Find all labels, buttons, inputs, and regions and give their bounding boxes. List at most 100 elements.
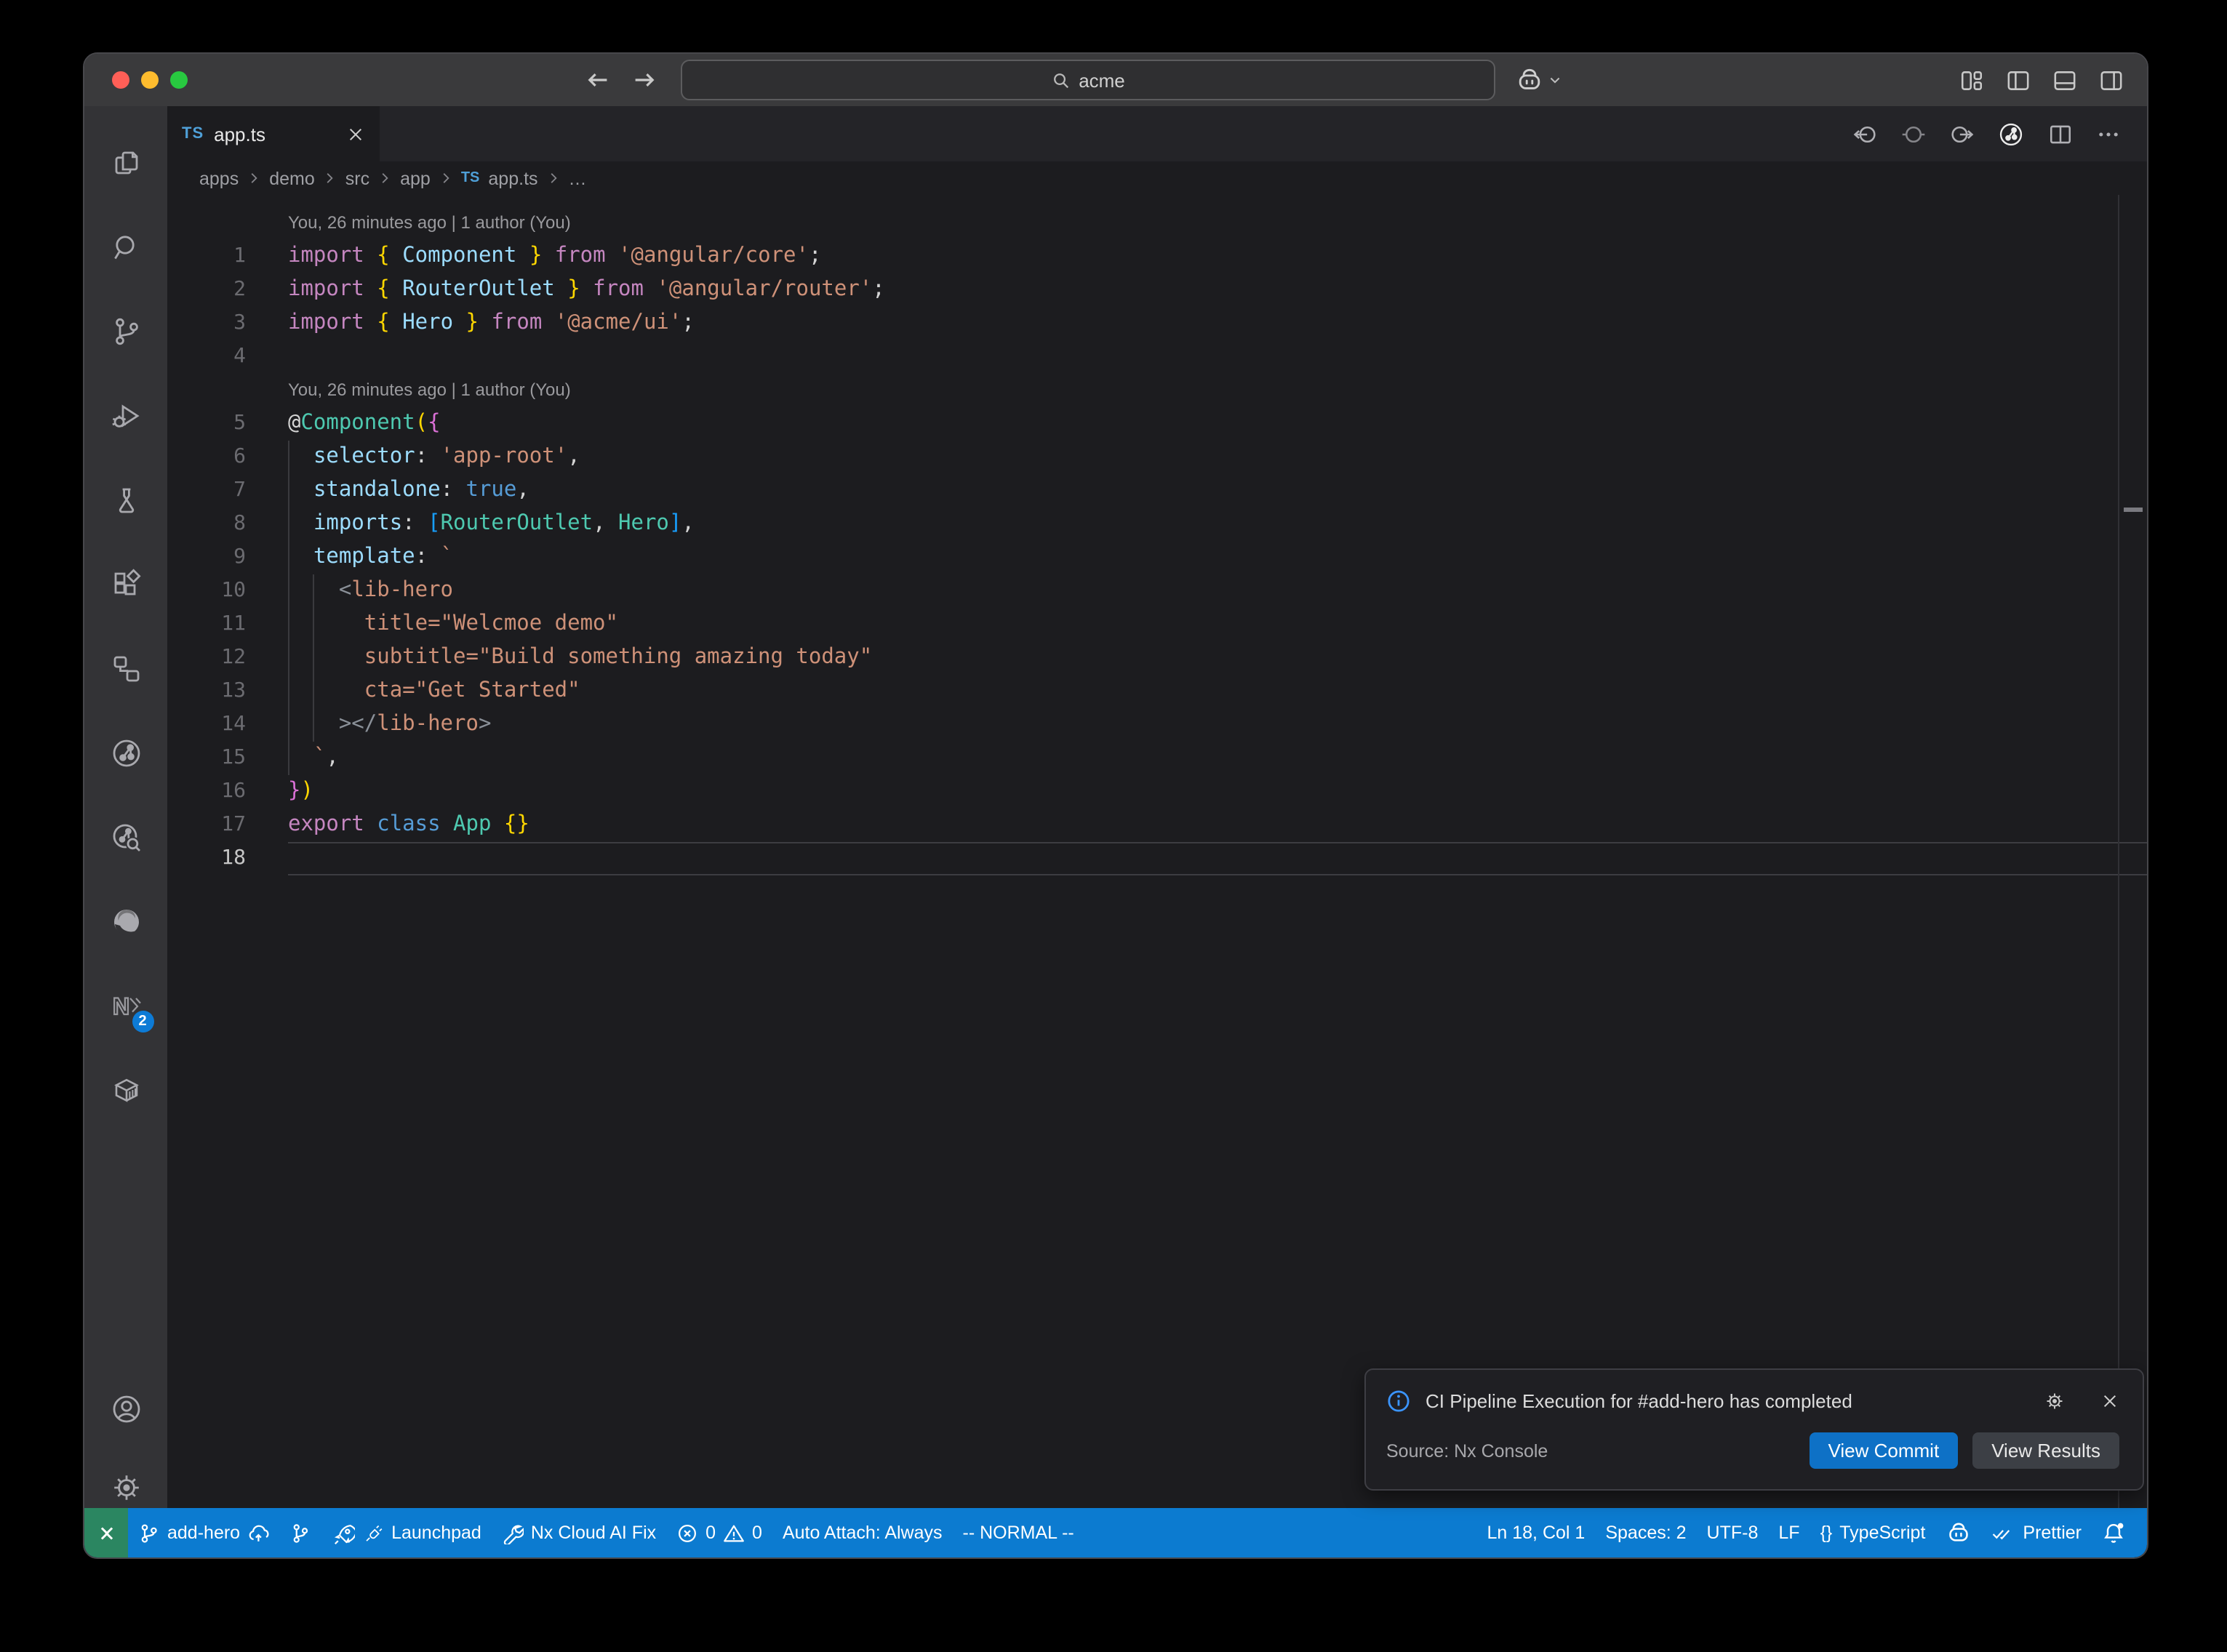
breadcrumb-item[interactable]: app.ts [488, 168, 537, 188]
zoom-window-button[interactable] [170, 71, 188, 89]
close-tab-icon[interactable] [346, 124, 365, 143]
breadcrumb-item[interactable]: demo [269, 168, 315, 188]
code-line-content[interactable]: cta="Get Started" [288, 675, 2147, 708]
code-line[interactable]: 17export class App {} [167, 809, 2147, 842]
line-number[interactable]: 6 [167, 441, 288, 474]
nx-project-graph-icon[interactable] [108, 736, 143, 771]
nx-project-details-icon[interactable] [108, 820, 143, 855]
code-line[interactable]: 9 template: ` [167, 541, 2147, 574]
line-number[interactable]: 8 [167, 508, 288, 541]
run-debug-icon[interactable] [108, 398, 143, 433]
line-number[interactable]: 15 [167, 742, 288, 775]
testing-icon[interactable] [108, 483, 143, 518]
line-number[interactable]: 5 [167, 407, 288, 441]
code-line[interactable]: 6 selector: 'app-root', [167, 441, 2147, 474]
prettier-status-item[interactable]: Prettier [1980, 1508, 2092, 1557]
code-line[interactable]: 7 standalone: true, [167, 474, 2147, 508]
code-line[interactable]: 11 title="Welcmoe demo" [167, 608, 2147, 641]
code-line[interactable]: 2import { RouterOutlet } from '@angular/… [167, 273, 2147, 307]
toggle-panel-icon[interactable] [2052, 68, 2077, 92]
customize-layout-icon[interactable] [1959, 68, 1984, 92]
nx-workspace-icon[interactable] [108, 651, 143, 686]
line-number[interactable]: 4 [167, 340, 288, 374]
cursor-position-status-item[interactable]: Ln 18, Col 1 [1477, 1508, 1596, 1557]
command-center-search[interactable]: acme [681, 60, 1495, 100]
nav-neutral-circle-icon[interactable] [1901, 121, 1926, 146]
view-results-button[interactable]: View Results [1972, 1432, 2119, 1469]
code-line-content[interactable]: @Component({ [288, 407, 2147, 441]
extensions-icon[interactable] [108, 567, 143, 602]
code-line[interactable]: 3import { Hero } from '@acme/ui'; [167, 307, 2147, 340]
settings-gear-icon[interactable] [108, 1470, 143, 1505]
breadcrumb-item[interactable]: … [569, 168, 587, 188]
line-number[interactable]: 3 [167, 307, 288, 340]
notification-settings-gear-icon[interactable] [2044, 1390, 2066, 1412]
nav-back-circle-icon[interactable] [1853, 121, 1878, 146]
line-number[interactable]: 12 [167, 641, 288, 675]
code-line-content[interactable]: import { Component } from '@angular/core… [288, 240, 2147, 273]
overview-ruler[interactable] [2118, 195, 2147, 1508]
minimize-window-button[interactable] [141, 71, 159, 89]
line-number[interactable]: 13 [167, 675, 288, 708]
code-line-content[interactable]: subtitle="Build something amazing today" [288, 641, 2147, 675]
nx-console-icon[interactable]: N 2 [108, 989, 143, 1024]
code-editor[interactable]: You, 26 minutes ago | 1 author (You)1imp… [167, 195, 2147, 1508]
view-commit-button[interactable]: View Commit [1810, 1432, 1959, 1469]
split-editor-icon[interactable] [2048, 121, 2073, 146]
navigate-forward-icon[interactable] [631, 67, 657, 93]
code-line-content[interactable]: title="Welcmoe demo" [288, 608, 2147, 641]
code-line[interactable]: 16}) [167, 775, 2147, 809]
line-number[interactable]: 10 [167, 574, 288, 608]
indentation-status-item[interactable]: Spaces: 2 [1595, 1508, 1696, 1557]
tab-app-ts[interactable]: TS app.ts [167, 106, 380, 161]
encoding-status-item[interactable]: UTF-8 [1697, 1508, 1769, 1557]
nav-forward-circle-icon[interactable] [1949, 121, 1974, 146]
line-number[interactable]: 17 [167, 809, 288, 842]
notification-close-icon[interactable] [2100, 1392, 2119, 1411]
edge-devtools-icon[interactable] [108, 905, 143, 939]
navigate-back-icon[interactable] [585, 67, 611, 93]
code-line[interactable]: 14 ></lib-hero> [167, 708, 2147, 742]
line-number[interactable]: 1 [167, 240, 288, 273]
code-line[interactable]: 4 [167, 340, 2147, 374]
notifications-bell-item[interactable] [2092, 1508, 2135, 1557]
code-line[interactable]: 12 subtitle="Build something amazing tod… [167, 641, 2147, 675]
nx-cloud-status-item[interactable]: Nx Cloud AI Fix [492, 1508, 666, 1557]
code-line[interactable]: 1import { Component } from '@angular/cor… [167, 240, 2147, 273]
launchpad-status-item[interactable]: Launchpad [321, 1508, 492, 1557]
code-line-content[interactable]: import { RouterOutlet } from '@angular/r… [288, 273, 2147, 307]
line-number[interactable]: 11 [167, 608, 288, 641]
eol-status-item[interactable]: LF [1768, 1508, 1810, 1557]
breadcrumb-item[interactable]: app [400, 168, 431, 188]
language-status-item[interactable]: {} TypeScript [1810, 1508, 1936, 1557]
code-line-content[interactable]: template: ` [288, 541, 2147, 574]
search-sidebar-icon[interactable] [108, 230, 143, 265]
source-control-icon[interactable] [108, 314, 143, 349]
account-icon[interactable] [108, 1392, 143, 1427]
code-line-content[interactable] [288, 340, 2147, 374]
code-line-content[interactable]: ></lib-hero> [288, 708, 2147, 742]
code-line-content[interactable]: selector: 'app-root', [288, 441, 2147, 474]
breadcrumb-item[interactable]: src [345, 168, 369, 188]
code-line-content[interactable]: `, [288, 742, 2147, 775]
breadcrumb-item[interactable]: apps [199, 168, 239, 188]
line-number[interactable]: 2 [167, 273, 288, 307]
code-line-content[interactable]: <lib-hero [288, 574, 2147, 608]
code-line[interactable]: 18 [167, 842, 2147, 875]
toggle-primary-sidebar-icon[interactable] [2006, 68, 2031, 92]
code-line-content[interactable] [288, 842, 2147, 875]
code-line[interactable]: 15 `, [167, 742, 2147, 775]
line-number[interactable]: 18 [167, 842, 288, 875]
code-line[interactable]: 5@Component({ [167, 407, 2147, 441]
close-window-button[interactable] [112, 71, 129, 89]
git-graph-status-item[interactable] [279, 1508, 321, 1557]
line-number[interactable]: 14 [167, 708, 288, 742]
problems-status-item[interactable]: 0 0 [666, 1508, 772, 1557]
code-line-content[interactable]: import { Hero } from '@acme/ui'; [288, 307, 2147, 340]
branch-status-item[interactable]: add-hero [128, 1508, 279, 1557]
code-line[interactable]: 8 imports: [RouterOutlet, Hero], [167, 508, 2147, 541]
container-tools-icon[interactable] [108, 1073, 143, 1108]
code-line[interactable]: 13 cta="Get Started" [167, 675, 2147, 708]
more-actions-icon[interactable] [2096, 121, 2121, 146]
copilot-status-item[interactable] [1935, 1508, 1980, 1557]
